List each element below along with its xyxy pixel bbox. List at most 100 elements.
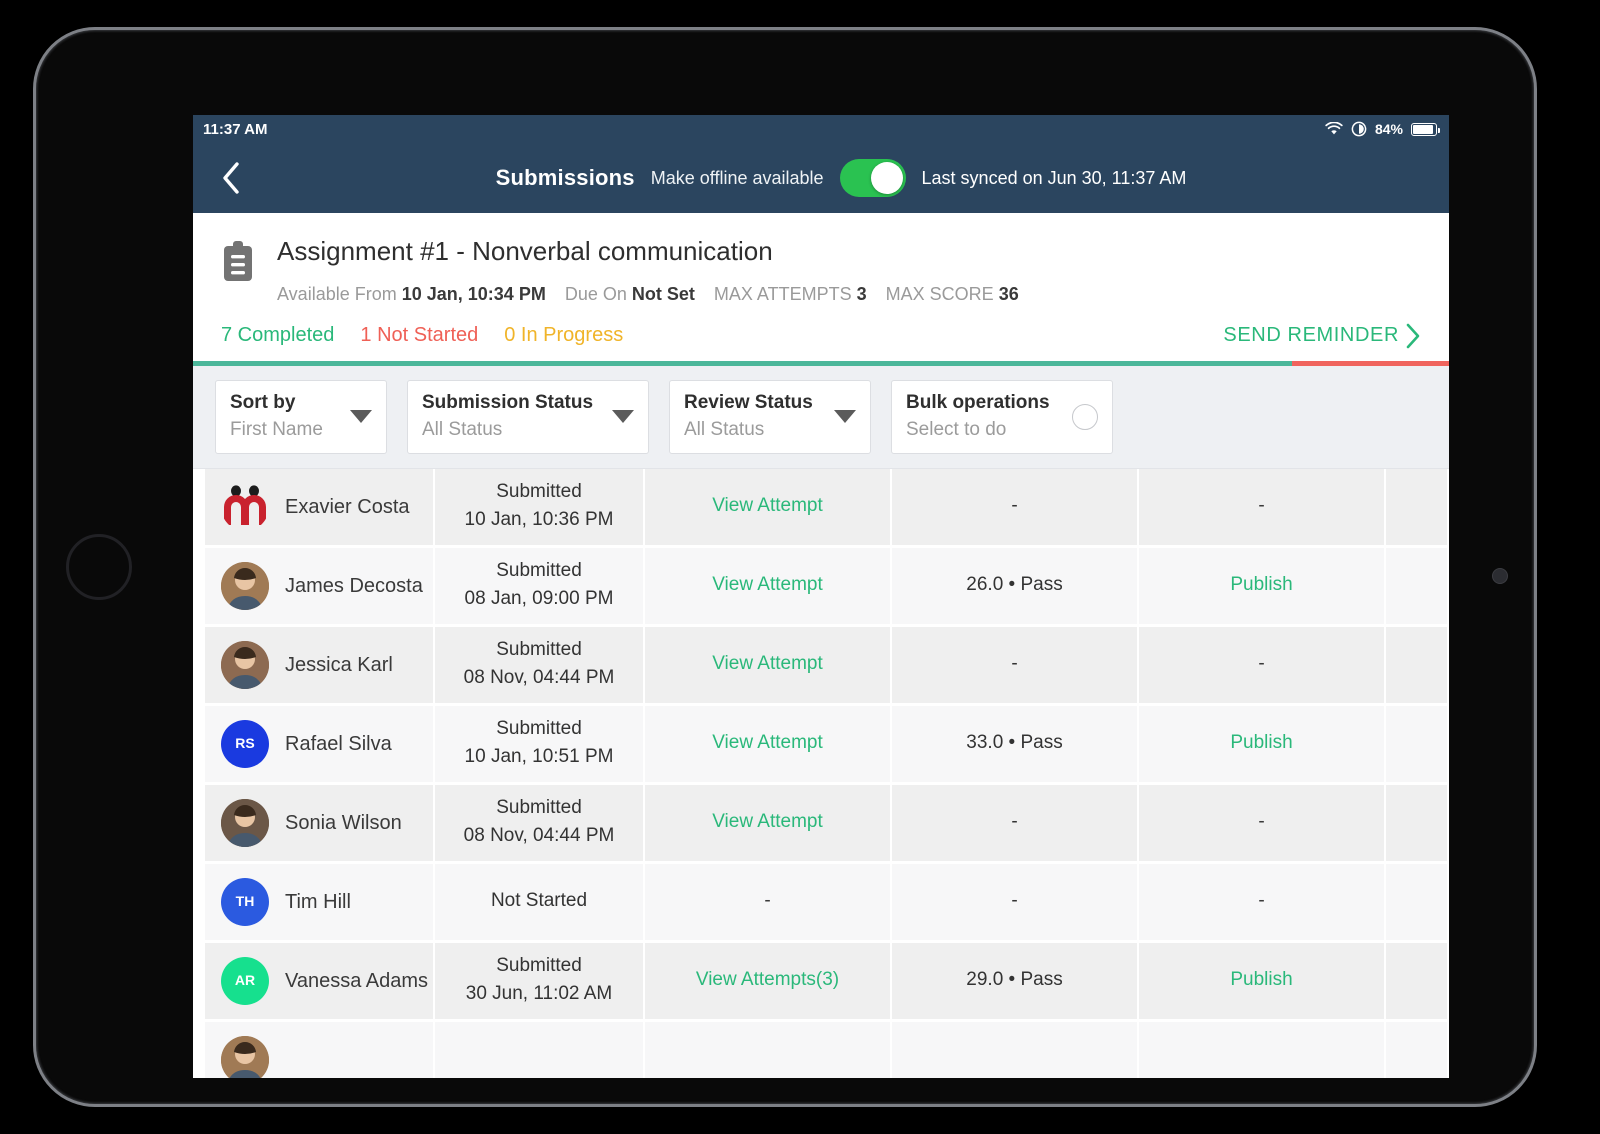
view-attempt-cell[interactable]: View Attempt	[645, 784, 890, 861]
battery-icon	[1411, 122, 1440, 136]
view-attempt-cell	[645, 1021, 890, 1078]
publish-cell	[1139, 1021, 1384, 1078]
avatar: TH	[221, 877, 269, 926]
device-side-button[interactable]	[66, 534, 132, 600]
student-name: Tim Hill	[285, 890, 351, 913]
student-name-cell[interactable]: James Decosta	[205, 547, 433, 624]
view-attempt-cell[interactable]: View Attempt	[645, 468, 890, 545]
assignment-header: Assignment #1 - Nonverbal communication …	[193, 213, 1449, 366]
send-reminder-label: SEND REMINDER	[1223, 324, 1399, 346]
student-name: James Decosta	[285, 574, 423, 597]
score-value: 33.0 • Pass	[966, 732, 1063, 754]
actions-cell	[1386, 784, 1447, 861]
view-attempt-link[interactable]: View Attempt	[712, 652, 823, 677]
submission-status-cell: Not Started	[435, 863, 643, 940]
view-attempt-link[interactable]: View Attempts(3)	[696, 968, 839, 993]
score-value: 26.0 • Pass	[966, 574, 1063, 596]
empty-value: -	[1258, 890, 1265, 912]
meta-label-max-score: MAX SCORE	[885, 283, 994, 304]
publish-button[interactable]: Publish	[1230, 731, 1292, 756]
score-value: -	[1011, 890, 1018, 912]
view-attempt-cell[interactable]: View Attempt	[645, 705, 890, 782]
table-row[interactable]: James Decosta Submitted 08 Jan, 09:00 PM Vi…	[193, 547, 1449, 627]
meta-label-due-on: Due On	[564, 283, 627, 304]
student-name-cell[interactable]: TH Tim Hill	[205, 863, 433, 940]
page-title: Submissions	[495, 165, 635, 190]
view-attempt-cell[interactable]: View Attempt	[645, 547, 890, 624]
toggle-knob	[870, 162, 903, 194]
filter-bulk-operations-value: Select to do	[906, 419, 1007, 440]
meta-value-max-attempts: 3	[856, 283, 867, 304]
table-row[interactable]: Sonia Wilson Submitted 08 Nov, 04:44 PM Vie…	[193, 784, 1449, 864]
filter-sort-by[interactable]: Sort by First Name	[215, 379, 387, 454]
score-cell	[892, 1021, 1137, 1078]
chevron-down-icon	[350, 410, 372, 423]
meta-value-max-score: 36	[998, 283, 1019, 304]
table-row[interactable]: Exavier Costa Submitted 10 Jan, 10:36 PM Vi…	[193, 468, 1449, 548]
back-button[interactable]	[209, 156, 253, 200]
actions-cell	[1386, 547, 1447, 624]
send-reminder-button[interactable]: SEND REMINDER	[1223, 323, 1421, 349]
view-attempt-link[interactable]: View Attempt	[712, 573, 823, 598]
publish-cell[interactable]: Publish	[1139, 942, 1384, 1019]
student-name-cell[interactable]: AR Vanessa Adams	[205, 942, 433, 1019]
publish-cell[interactable]: Publish	[1139, 547, 1384, 624]
submission-status-cell: Submitted 08 Nov, 04:44 PM	[435, 626, 643, 703]
radio-circle-icon[interactable]	[1072, 403, 1098, 430]
wifi-icon	[1325, 122, 1343, 136]
actions-cell	[1386, 1021, 1447, 1078]
publish-button[interactable]: Publish	[1230, 968, 1292, 993]
student-name: Rafael Silva	[285, 732, 392, 755]
table-row[interactable]	[193, 1021, 1449, 1078]
table-row[interactable]: Jessica Karl Submitted 08 Nov, 04:44 PM Vie…	[193, 626, 1449, 706]
count-in-progress: 0 In Progress	[504, 324, 624, 346]
publish-cell: -	[1139, 626, 1384, 703]
view-attempt-cell[interactable]: View Attempts(3)	[645, 942, 890, 1019]
student-name-cell[interactable]: Sonia Wilson	[205, 784, 433, 861]
student-name-cell[interactable]	[205, 1021, 433, 1078]
student-name-cell[interactable]: RS Rafael Silva	[205, 705, 433, 782]
student-name-cell[interactable]: Jessica Karl	[205, 626, 433, 703]
location-icon	[1351, 121, 1367, 137]
view-attempt-link[interactable]: View Attempt	[712, 810, 823, 835]
table-row[interactable]: TH Tim Hill Not Started - - -	[193, 863, 1449, 943]
score-value: -	[1011, 495, 1018, 517]
student-name-cell[interactable]: Exavier Costa	[205, 468, 433, 545]
chevron-down-icon	[612, 410, 634, 423]
filter-sort-by-value: First Name	[230, 419, 323, 440]
student-name: Sonia Wilson	[285, 811, 402, 834]
view-attempt-link[interactable]: View Attempt	[712, 494, 823, 519]
filter-review-status-title: Review Status	[684, 392, 813, 413]
avatar	[221, 1035, 269, 1078]
offline-available-label: Make offline available	[650, 167, 824, 188]
publish-button[interactable]: Publish	[1230, 573, 1292, 598]
avatar: RS	[221, 719, 269, 768]
table-row[interactable]: RS Rafael Silva Submitted 10 Jan, 10:51 PM V…	[193, 705, 1449, 785]
score-value: 29.0 • Pass	[966, 969, 1063, 991]
score-cell: -	[892, 784, 1137, 861]
actions-cell	[1386, 468, 1447, 545]
filter-review-status[interactable]: Review Status All Status	[669, 379, 871, 454]
submission-status-cell: Submitted 10 Jan, 10:51 PM	[435, 705, 643, 782]
filter-submission-status-value: All Status	[422, 419, 503, 440]
chevron-down-icon	[834, 410, 856, 423]
app-screen: 11:37 AM 84% Submissions Make offline av…	[193, 115, 1449, 1078]
publish-cell: -	[1139, 784, 1384, 861]
table-row[interactable]: AR Vanessa Adams Submitted 30 Jun, 11:02 AM…	[193, 942, 1449, 1022]
filter-submission-status[interactable]: Submission Status All Status	[407, 379, 649, 454]
submission-status-cell: Submitted 08 Jan, 09:00 PM	[435, 547, 643, 624]
last-synced-label: Last synced on Jun 30, 11:37 AM	[921, 167, 1187, 188]
filter-bulk-operations[interactable]: Bulk operations Select to do	[891, 379, 1113, 454]
filter-bar: Sort by First Name Submission Status All…	[193, 365, 1449, 469]
offline-available-toggle[interactable]	[839, 159, 906, 197]
view-attempt-link[interactable]: View Attempt	[712, 731, 823, 756]
score-value: -	[1011, 811, 1018, 833]
progress-completed-segment	[193, 360, 1292, 366]
filter-bulk-operations-title: Bulk operations	[906, 392, 1050, 413]
score-cell: 33.0 • Pass	[892, 705, 1137, 782]
student-name: Exavier Costa	[285, 495, 410, 518]
completion-progress-bar	[193, 360, 1449, 366]
view-attempt-cell[interactable]: View Attempt	[645, 626, 890, 703]
publish-cell[interactable]: Publish	[1139, 705, 1384, 782]
actions-cell	[1386, 863, 1447, 940]
